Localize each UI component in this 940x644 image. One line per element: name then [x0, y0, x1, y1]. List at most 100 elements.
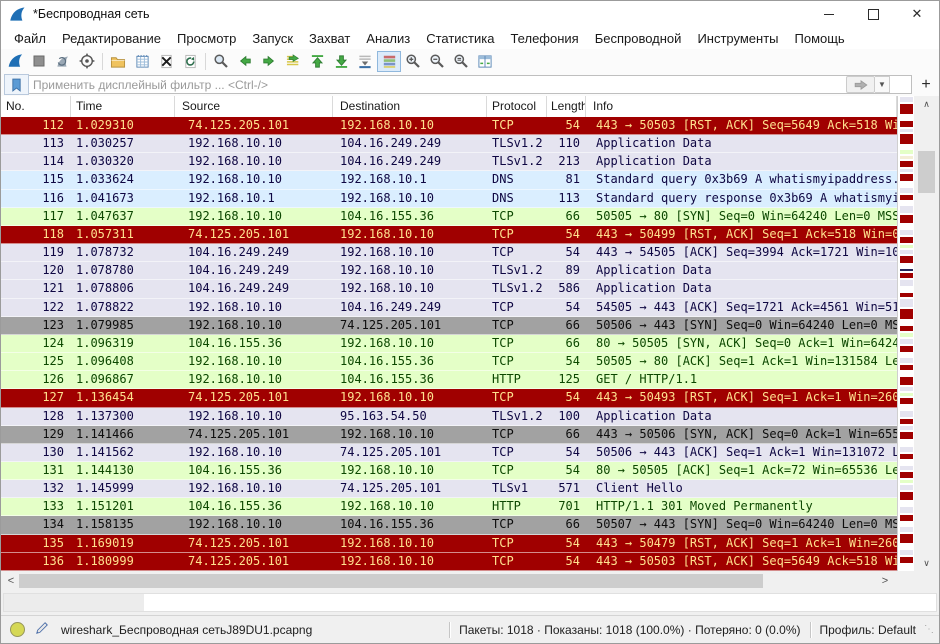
filter-dropdown-caret-icon[interactable]: ▼: [875, 76, 890, 93]
zoom-normal-icon[interactable]: [449, 51, 473, 72]
menu-item-10[interactable]: Помощь: [787, 29, 853, 48]
scroll-up-icon[interactable]: ∧: [914, 96, 939, 112]
packet-row[interactable]: 1201.078780104.16.249.249192.168.10.10TL…: [1, 262, 897, 280]
packet-row[interactable]: 1261.096867192.168.10.10104.16.155.36HTT…: [1, 371, 897, 389]
go-to-packet-icon[interactable]: [281, 51, 305, 72]
packet-row[interactable]: 1281.137300192.168.10.1095.163.54.50TLSv…: [1, 408, 897, 426]
stop-capture-icon[interactable]: [27, 51, 51, 72]
colorize-packets-icon[interactable]: [377, 51, 401, 72]
filter-bookmark-icon[interactable]: [4, 74, 29, 95]
packet-no: 127: [1, 389, 71, 406]
menu-item-5[interactable]: Анализ: [358, 29, 418, 48]
column-header-no[interactable]: No.: [1, 96, 71, 117]
minimize-button[interactable]: [807, 1, 851, 27]
packet-row[interactable]: 1321.145999192.168.10.1074.125.205.101TL…: [1, 480, 897, 498]
packet-row[interactable]: 1311.144130104.16.155.36192.168.10.10TCP…: [1, 462, 897, 480]
column-header-len[interactable]: Length: [547, 96, 586, 117]
toolbar-separator: [205, 53, 206, 70]
maximize-button[interactable]: [851, 1, 895, 27]
capture-filename[interactable]: wireshark_Беспроводная сетьJ89DU1.pcapng: [61, 623, 312, 637]
scroll-down-icon[interactable]: ∨: [914, 555, 939, 571]
packet-row[interactable]: 1291.14146674.125.205.101192.168.10.10TC…: [1, 426, 897, 444]
packet-row[interactable]: 1121.02931074.125.205.101192.168.10.10TC…: [1, 117, 897, 135]
packet-info: Standard query 0x3b69 A whatismyipaddres…: [586, 171, 897, 188]
column-header-dst[interactable]: Destination: [333, 96, 487, 117]
display-filter-input[interactable]: [29, 75, 912, 94]
scroll-right-icon[interactable]: >: [877, 571, 893, 591]
apply-filter-icon[interactable]: [846, 76, 875, 93]
expert-info-icon[interactable]: [10, 622, 25, 637]
add-filter-button[interactable]: +: [916, 75, 936, 94]
menu-item-7[interactable]: Телефония: [502, 29, 586, 48]
go-first-icon[interactable]: [305, 51, 329, 72]
resize-grip[interactable]: ⋱: [924, 624, 933, 635]
open-file-icon[interactable]: [106, 51, 130, 72]
menu-item-0[interactable]: Файл: [6, 29, 54, 48]
profile-label[interactable]: Профиль: Default: [820, 623, 917, 637]
packet-row[interactable]: 1211.078806104.16.249.249192.168.10.10TL…: [1, 280, 897, 298]
packet-row[interactable]: 1171.047637192.168.10.10104.16.155.36TCP…: [1, 208, 897, 226]
packet-proto: DNS: [487, 190, 547, 207]
packet-row[interactable]: 1351.16901974.125.205.101192.168.10.10TC…: [1, 535, 897, 553]
packet-src: 104.16.155.36: [175, 498, 333, 515]
horizontal-scrollbar[interactable]: < >: [1, 571, 939, 591]
packet-row[interactable]: 1301.141562192.168.10.1074.125.205.101TC…: [1, 444, 897, 462]
packet-proto: TCP: [487, 553, 547, 570]
menu-item-2[interactable]: Просмотр: [169, 29, 244, 48]
menu-item-3[interactable]: Запуск: [244, 29, 301, 48]
packet-row[interactable]: 1361.18099974.125.205.101192.168.10.10TC…: [1, 553, 897, 571]
packet-row[interactable]: 1181.05731174.125.205.101192.168.10.10TC…: [1, 226, 897, 244]
close-file-icon[interactable]: [154, 51, 178, 72]
column-header-src[interactable]: Source: [175, 96, 333, 117]
packet-time: 1.180999: [71, 553, 175, 570]
scroll-left-icon[interactable]: <: [3, 571, 19, 591]
packet-row[interactable]: 1141.030320192.168.10.10104.16.249.249TL…: [1, 153, 897, 171]
packet-row[interactable]: 1191.078732104.16.249.249192.168.10.10TC…: [1, 244, 897, 262]
resize-columns-icon[interactable]: [473, 51, 497, 72]
packet-dst: 192.168.10.10: [333, 190, 487, 207]
vertical-scrollbar-thumb[interactable]: [918, 151, 935, 193]
menu-item-1[interactable]: Редактирование: [54, 29, 169, 48]
packet-dst: 192.168.10.10: [333, 462, 487, 479]
toolbar-separator: [102, 53, 103, 70]
packet-no: 112: [1, 117, 71, 134]
start-capture-icon[interactable]: [3, 51, 27, 72]
vertical-scrollbar[interactable]: ∧ ∨: [914, 96, 939, 571]
close-button[interactable]: ✕: [895, 1, 939, 27]
capture-comment-icon[interactable]: [35, 621, 49, 638]
packet-minimap[interactable]: [897, 96, 914, 571]
packet-row[interactable]: 1221.078822192.168.10.10104.16.249.249TC…: [1, 299, 897, 317]
menu-item-8[interactable]: Беспроводной: [587, 29, 690, 48]
reload-file-icon[interactable]: [178, 51, 202, 72]
packet-row[interactable]: 1331.151201104.16.155.36192.168.10.10HTT…: [1, 498, 897, 516]
find-packet-icon[interactable]: [209, 51, 233, 72]
window-title: *Беспроводная сеть: [33, 7, 150, 21]
column-header-info[interactable]: Info: [586, 96, 897, 117]
packet-row[interactable]: 1131.030257192.168.10.10104.16.249.249TL…: [1, 135, 897, 153]
column-header-proto[interactable]: Protocol: [487, 96, 547, 117]
packet-row[interactable]: 1161.041673192.168.10.1192.168.10.10DNS1…: [1, 190, 897, 208]
menu-item-4[interactable]: Захват: [301, 29, 358, 48]
go-back-icon[interactable]: [233, 51, 257, 72]
capture-options-icon[interactable]: [75, 51, 99, 72]
packet-row[interactable]: 1251.096408192.168.10.10104.16.155.36TCP…: [1, 353, 897, 371]
save-file-icon[interactable]: [130, 51, 154, 72]
restart-capture-icon[interactable]: [51, 51, 75, 72]
auto-scroll-icon[interactable]: [353, 51, 377, 72]
go-forward-icon[interactable]: [257, 51, 281, 72]
packet-row[interactable]: 1151.033624192.168.10.10192.168.10.1DNS8…: [1, 171, 897, 189]
packet-row[interactable]: 1341.158135192.168.10.10104.16.155.36TCP…: [1, 516, 897, 534]
packet-row[interactable]: 1231.079985192.168.10.1074.125.205.101TC…: [1, 317, 897, 335]
packet-row[interactable]: 1271.13645474.125.205.101192.168.10.10TC…: [1, 389, 897, 407]
zoom-in-icon[interactable]: [401, 51, 425, 72]
column-header-time[interactable]: Time: [71, 96, 175, 117]
packet-len: 110: [547, 135, 586, 152]
menu-item-9[interactable]: Инструменты: [689, 29, 786, 48]
go-last-icon[interactable]: [329, 51, 353, 72]
horizontal-scrollbar-thumb[interactable]: [19, 574, 763, 588]
packet-time: 1.029310: [71, 117, 175, 134]
zoom-out-icon[interactable]: [425, 51, 449, 72]
packet-row[interactable]: 1241.096319104.16.155.36192.168.10.10TCP…: [1, 335, 897, 353]
packet-len: 54: [547, 244, 586, 261]
menu-item-6[interactable]: Статистика: [418, 29, 502, 48]
